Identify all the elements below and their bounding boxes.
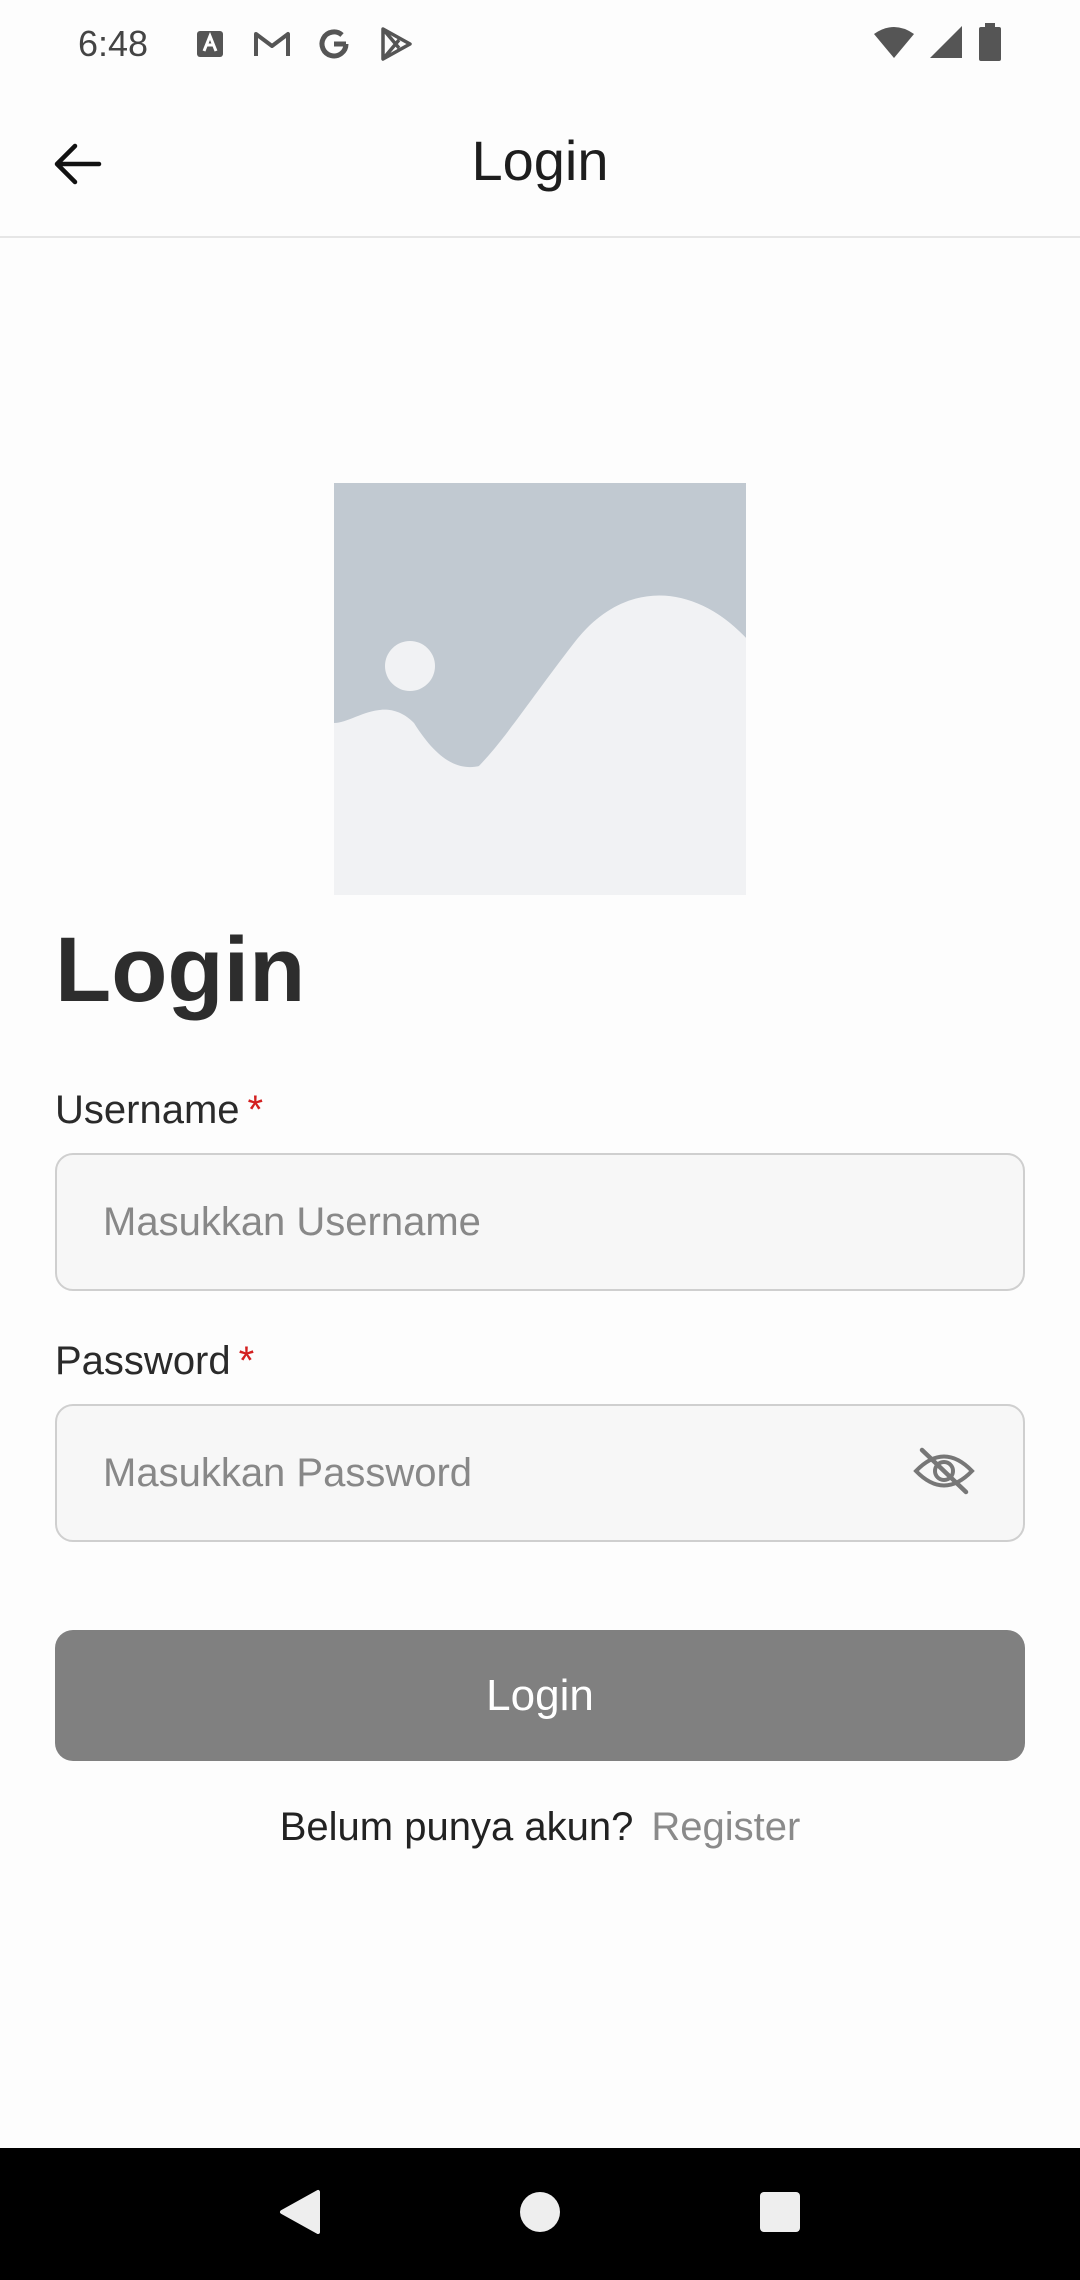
image-placeholder [334,483,746,895]
password-label-text: Password [55,1339,231,1383]
play-store-icon [376,24,416,64]
username-input[interactable] [101,1198,979,1246]
required-mark: * [247,1088,264,1132]
status-bar: 6:48 [0,0,1080,88]
nav-home-button[interactable] [500,2174,580,2254]
app-bar: Login [0,88,1080,238]
wifi-icon [874,26,914,63]
notification-icons [190,24,416,64]
system-icons [874,22,1002,66]
password-field[interactable] [55,1404,1025,1542]
nav-recents-icon [759,2191,801,2238]
username-label-text: Username [55,1088,240,1132]
eye-off-icon [912,1446,976,1501]
signal-icon [928,24,964,65]
password-label: Password * [55,1339,254,1384]
required-mark: * [238,1339,255,1383]
google-icon [314,24,354,64]
nav-home-icon [518,2190,562,2239]
font-icon [190,24,230,64]
status-time: 6:48 [78,23,149,64]
toggle-password-visibility-button[interactable] [909,1438,979,1508]
navigation-bar [0,2148,1080,2280]
gmail-icon [252,24,292,64]
username-label: Username * [55,1088,263,1133]
register-prompt: Belum punya akun? [279,1805,634,1849]
app-bar-title: Login [471,129,609,192]
battery-icon [978,22,1002,66]
register-link[interactable]: Register [651,1805,800,1849]
register-row: Belum punya akun? Register [0,1805,1080,1850]
nav-back-button[interactable] [260,2174,340,2254]
password-input[interactable] [101,1449,909,1497]
nav-recents-button[interactable] [740,2174,820,2254]
nav-back-icon [278,2188,322,2241]
login-button[interactable]: Login [55,1630,1025,1761]
page-heading: Login [55,919,306,1021]
username-field[interactable] [55,1153,1025,1291]
